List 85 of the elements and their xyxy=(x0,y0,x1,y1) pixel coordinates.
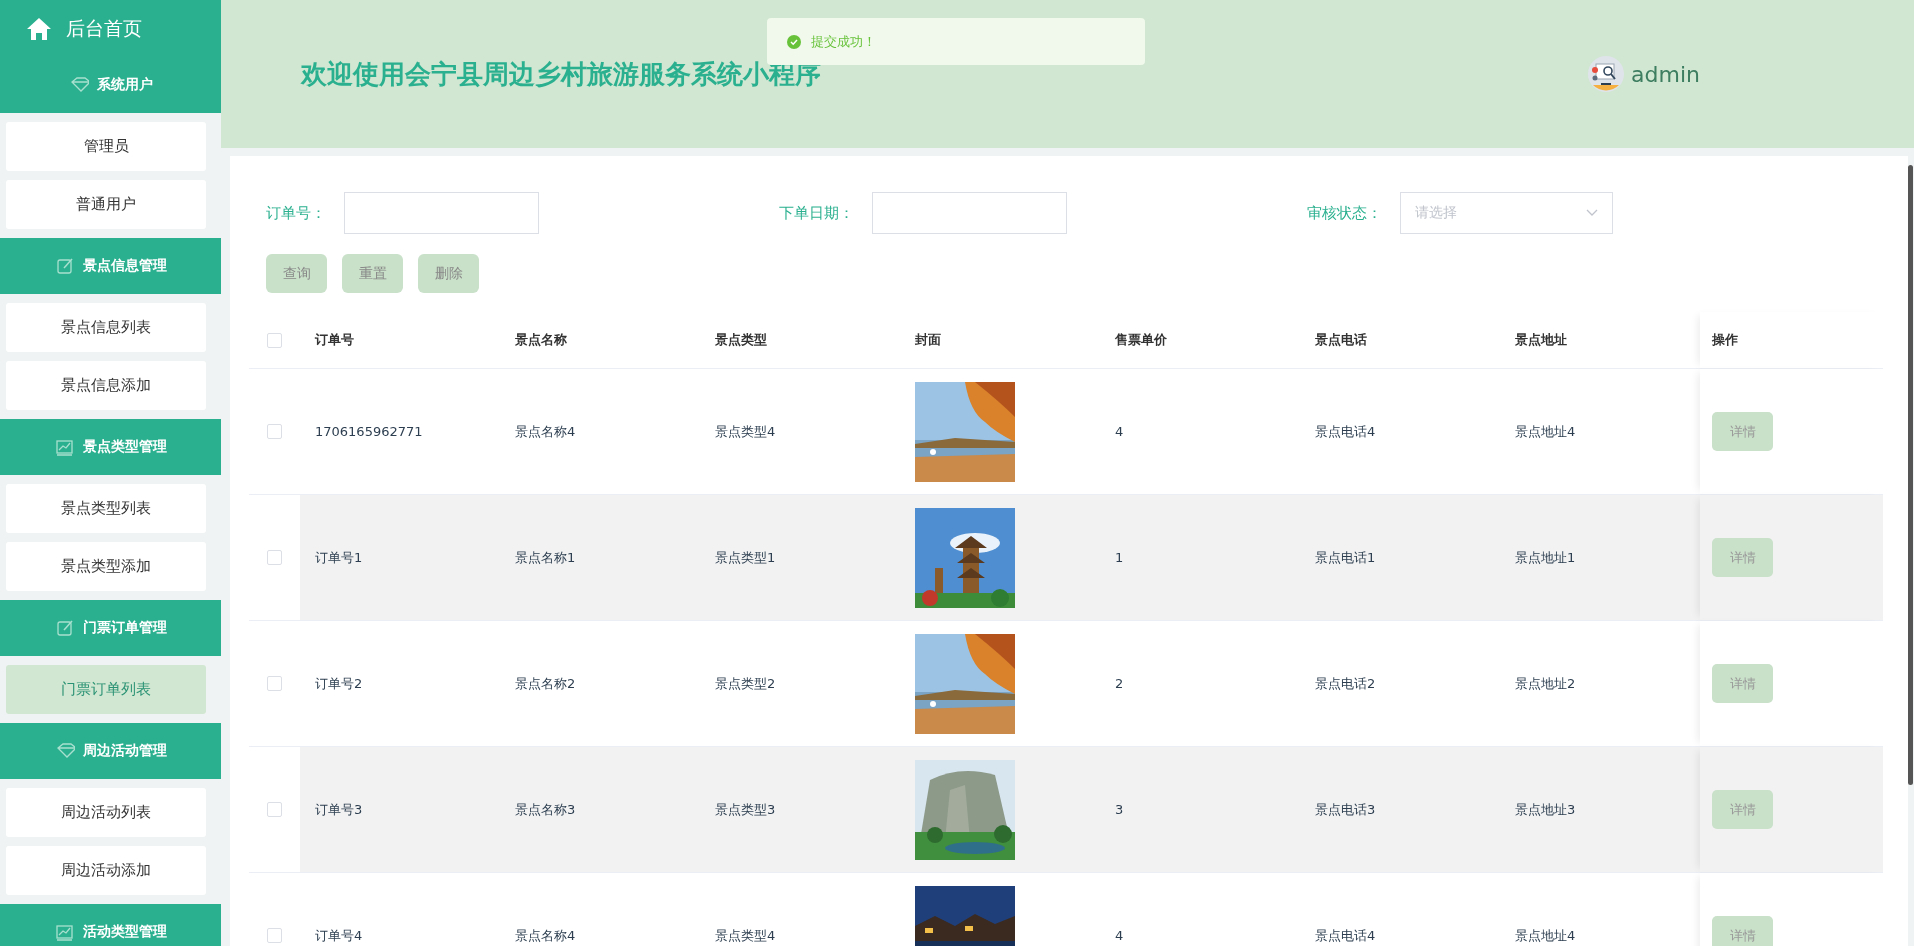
column-header: 售票单价 xyxy=(1114,331,1168,349)
menu-item[interactable]: 周边活动列表 xyxy=(6,788,206,837)
table-cell: 景点地址1 xyxy=(1500,495,1700,620)
table-cell: 景点电话1 xyxy=(1300,495,1500,620)
scrollbar[interactable] xyxy=(1908,165,1913,785)
table-cell: 景点类型1 xyxy=(700,495,900,620)
menu-group-header[interactable]: 景点类型管理 xyxy=(0,419,221,475)
details-button[interactable]: 详情 xyxy=(1712,916,1773,946)
check-icon xyxy=(787,34,801,49)
home-icon xyxy=(26,16,52,41)
table-cell-text: 景点地址2 xyxy=(1514,674,1577,693)
field-label: 审核状态： xyxy=(1307,203,1382,223)
field-label: 订单号： xyxy=(266,203,326,223)
action-button[interactable]: 删除 xyxy=(418,254,479,293)
table-cell-text: 订单号4 xyxy=(314,926,364,945)
table-cell: 3 xyxy=(1100,747,1300,872)
table-cell-text: 2 xyxy=(1114,675,1125,693)
menu-item[interactable]: 景点类型添加 xyxy=(6,542,206,591)
table-cell: 1 xyxy=(1100,495,1300,620)
table-cell-text: 4 xyxy=(1114,423,1125,441)
table-cell: 景点电话3 xyxy=(1300,747,1500,872)
table-cell-text: 景点名称2 xyxy=(514,674,577,693)
checkbox[interactable] xyxy=(267,424,282,439)
menu-item[interactable]: 管理员 xyxy=(6,122,206,171)
details-button[interactable]: 详情 xyxy=(1712,790,1773,829)
table-cell: 景点名称3 xyxy=(500,747,700,872)
checkbox[interactable] xyxy=(267,928,282,943)
menu-group-header[interactable]: 景点信息管理 xyxy=(0,238,221,294)
field-label: 下单日期： xyxy=(779,203,854,223)
column-header: 操作 xyxy=(1700,312,1883,368)
chart-icon xyxy=(54,438,75,456)
toast-message: 提交成功！ xyxy=(811,32,876,51)
checkbox[interactable] xyxy=(267,676,282,691)
chart-icon xyxy=(54,923,75,941)
column-header: 景点名称 xyxy=(514,331,568,349)
menu-item[interactable]: 景点信息添加 xyxy=(6,361,206,410)
column-header: 景点地址 xyxy=(1514,331,1568,349)
table-cell-text: 景点电话2 xyxy=(1314,674,1377,693)
action-button[interactable]: 重置 xyxy=(342,254,403,293)
select-field[interactable]: 请选择 xyxy=(1400,192,1613,234)
avatar-icon xyxy=(1587,55,1626,93)
details-button[interactable]: 详情 xyxy=(1712,412,1773,451)
chevron-down-icon xyxy=(1586,209,1598,217)
table-cell-text: 景点类型2 xyxy=(714,674,777,693)
user-name[interactable]: admin xyxy=(1631,61,1700,87)
menu-group-header[interactable]: 门票订单管理 xyxy=(0,600,221,656)
column-header: 景点电话 xyxy=(1314,331,1368,349)
table-cell-text: 1706165962771 xyxy=(314,423,424,441)
table-cell-text: 景点名称4 xyxy=(514,422,577,441)
checkbox[interactable] xyxy=(267,332,282,348)
table-cell: 景点地址3 xyxy=(1500,747,1700,872)
column-header: 景点类型 xyxy=(714,331,768,349)
menu-item[interactable]: 普通用户 xyxy=(6,180,206,229)
edit-icon xyxy=(54,619,75,637)
table-cell: 景点名称1 xyxy=(500,495,700,620)
menu-group-header[interactable]: 系统用户 xyxy=(0,57,221,113)
input-field[interactable] xyxy=(872,192,1067,234)
table-cell-text: 景点电话4 xyxy=(1314,422,1377,441)
menu-item[interactable]: 景点类型列表 xyxy=(6,484,206,533)
table-cell-text: 景点地址4 xyxy=(1514,422,1577,441)
menu-item[interactable]: 周边活动添加 xyxy=(6,846,206,895)
home-link[interactable]: 后台首页 xyxy=(0,0,221,57)
action-button[interactable]: 查询 xyxy=(266,254,327,293)
details-button[interactable]: 详情 xyxy=(1712,538,1773,577)
column-header: 订单号 xyxy=(314,331,355,349)
menu-group-header[interactable]: 周边活动管理 xyxy=(0,723,221,779)
column-header: 封面 xyxy=(914,331,942,349)
menu-item[interactable]: 门票订单列表 xyxy=(6,665,206,714)
details-button[interactable]: 详情 xyxy=(1712,664,1773,703)
checkbox[interactable] xyxy=(267,550,282,565)
menu-item[interactable]: 景点信息列表 xyxy=(6,303,206,352)
menu-group-header[interactable]: 活动类型管理 xyxy=(0,904,221,946)
table-cell-text: 订单号2 xyxy=(314,674,364,693)
table-cell-text: 景点名称4 xyxy=(514,926,577,945)
table-cell: 景点类型3 xyxy=(700,747,900,872)
edit-icon xyxy=(54,257,75,275)
table-cell-text: 4 xyxy=(1114,927,1125,945)
table-cell: 订单号1 xyxy=(300,495,500,620)
table-cell-text: 景点类型4 xyxy=(714,926,777,945)
table-cell-text: 景点电话4 xyxy=(1314,926,1377,945)
checkbox[interactable] xyxy=(267,802,282,817)
input-field[interactable] xyxy=(344,192,539,234)
table-cell: 订单号3 xyxy=(300,747,500,872)
table-cell-text: 景点地址4 xyxy=(1514,926,1577,945)
table-cell-text: 景点类型4 xyxy=(714,422,777,441)
